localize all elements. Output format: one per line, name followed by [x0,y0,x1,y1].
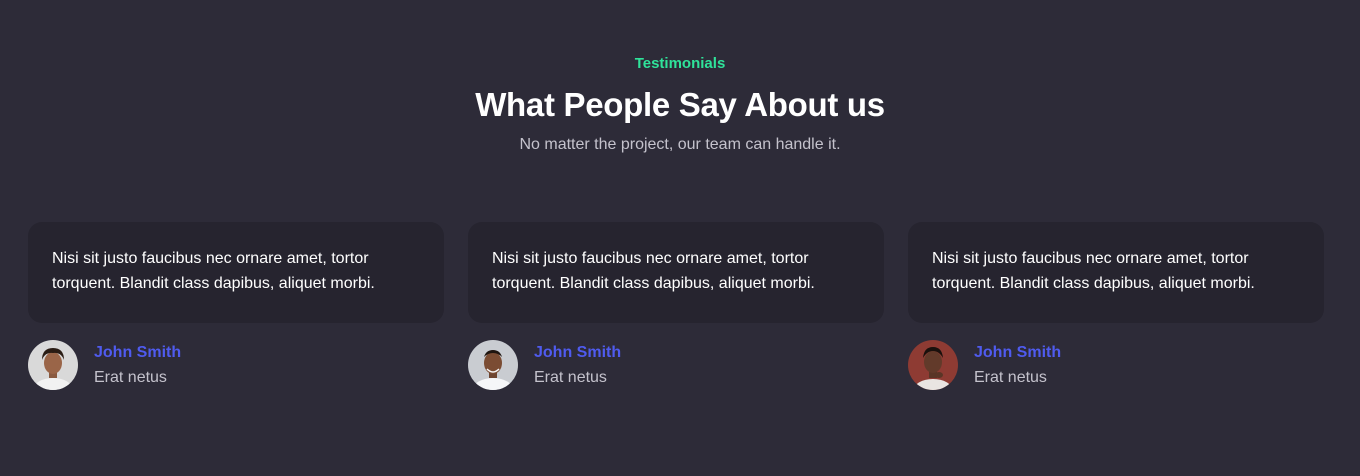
testimonial-quote: Nisi sit justo faucibus nec ornare amet,… [932,250,1255,292]
author-name: John Smith [94,343,182,361]
author-meta: John Smith Erat netus [94,342,181,389]
testimonials-section: Testimonials What People Say About us No… [0,0,1360,476]
testimonial-author: John Smith Erat netus [908,340,1324,390]
author-role: Erat netus [974,368,1047,386]
testimonial-item: Nisi sit justo faucibus nec ornare amet,… [468,222,884,390]
author-meta: John Smith Erat netus [534,342,621,389]
testimonial-card: Nisi sit justo faucibus nec ornare amet,… [28,222,444,323]
section-title: What People Say About us [475,86,885,123]
author-name: John Smith [534,343,622,361]
avatar [28,340,78,390]
testimonial-quote: Nisi sit justo faucibus nec ornare amet,… [52,250,375,292]
testimonial-author: John Smith Erat netus [28,340,444,390]
author-role: Erat netus [94,368,167,386]
avatar [908,340,958,390]
testimonial-author: John Smith Erat netus [468,340,884,390]
testimonial-quote: Nisi sit justo faucibus nec ornare amet,… [492,250,815,292]
testimonial-list: Nisi sit justo faucibus nec ornare amet,… [28,222,1324,390]
section-header: Testimonials What People Say About us No… [0,54,1360,156]
author-role: Erat netus [534,368,607,386]
testimonial-card: Nisi sit justo faucibus nec ornare amet,… [908,222,1324,323]
testimonial-card: Nisi sit justo faucibus nec ornare amet,… [468,222,884,323]
testimonial-item: Nisi sit justo faucibus nec ornare amet,… [908,222,1324,390]
testimonial-item: Nisi sit justo faucibus nec ornare amet,… [28,222,444,390]
author-name: John Smith [974,343,1062,361]
avatar [468,340,518,390]
section-eyebrow: Testimonials [634,55,726,72]
author-meta: John Smith Erat netus [974,342,1061,389]
section-subtitle: No matter the project, our team can hand… [519,136,841,153]
